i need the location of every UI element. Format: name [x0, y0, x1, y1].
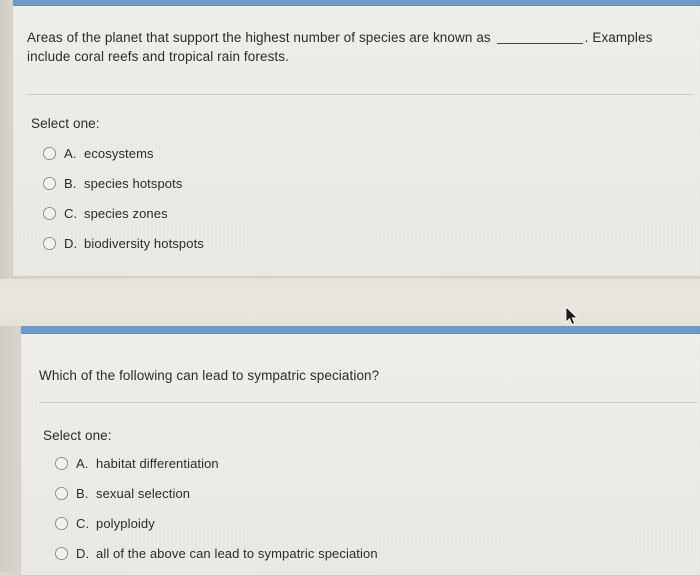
question-2-text: Which of the following can lead to sympa… — [39, 368, 380, 383]
fill-in-blank — [496, 43, 583, 44]
question-card-2: Which of the following can lead to sympa… — [20, 326, 700, 576]
question-1-divider — [27, 94, 693, 95]
option-text: species hotspots — [84, 175, 183, 191]
question-2-divider — [39, 402, 697, 403]
question-card-1: Areas of the planet that support the hig… — [12, 0, 700, 277]
question-1-options: A. ecosystems B. species hotspots C. spe… — [43, 138, 204, 258]
option-letter: C. — [76, 515, 90, 531]
option-text: habitat differentiation — [96, 455, 219, 471]
question-1-option-c[interactable]: C. species zones — [43, 198, 204, 228]
question-1-text: Areas of the planet that support the hig… — [27, 28, 687, 66]
option-letter: D. — [64, 235, 78, 251]
question-2-option-b[interactable]: B. sexual selection — [55, 478, 378, 508]
option-text: sexual selection — [96, 485, 191, 501]
radio-button-icon[interactable] — [55, 516, 68, 530]
page-background: Areas of the planet that support the hig… — [0, 0, 700, 576]
radio-button-icon[interactable] — [55, 486, 68, 500]
question-2-option-c[interactable]: C. polyploidy — [55, 508, 378, 538]
question-1-option-a[interactable]: A. ecosystems — [43, 138, 204, 168]
card-gap-band — [0, 279, 700, 326]
radio-button-icon[interactable] — [55, 546, 68, 560]
question-card-2-body: Which of the following can lead to sympa… — [21, 334, 700, 575]
option-letter: B. — [76, 485, 89, 501]
question-card-1-body: Areas of the planet that support the hig… — [13, 6, 700, 276]
question-1-select-one-label: Select one: — [31, 116, 100, 131]
card-accent-bar — [21, 326, 700, 334]
question-2-option-a[interactable]: A. habitat differentiation — [55, 448, 378, 478]
option-letter: B. — [64, 175, 77, 191]
option-text: polyploidy — [96, 515, 155, 531]
option-text: biodiversity hotspots — [84, 235, 204, 251]
page-left-margin-lower — [0, 326, 20, 572]
radio-button-icon[interactable] — [43, 206, 56, 220]
option-text: ecosystems — [84, 145, 154, 161]
radio-button-icon[interactable] — [43, 146, 56, 160]
question-1-text-before-blank: Areas of the planet that support the hig… — [27, 30, 495, 45]
radio-button-icon[interactable] — [55, 456, 68, 470]
question-1-option-d[interactable]: D. biodiversity hotspots — [43, 228, 204, 258]
option-letter: A. — [76, 455, 89, 471]
option-letter: C. — [64, 205, 78, 221]
radio-button-icon[interactable] — [43, 176, 56, 190]
radio-button-icon[interactable] — [43, 236, 56, 250]
option-text: species zones — [84, 205, 168, 221]
question-1-option-b[interactable]: B. species hotspots — [43, 168, 204, 198]
question-2-select-one-label: Select one: — [43, 428, 112, 443]
question-2-option-d[interactable]: D. all of the above can lead to sympatri… — [55, 538, 378, 568]
option-letter: A. — [64, 145, 77, 161]
question-2-options: A. habitat differentiation B. sexual sel… — [55, 448, 378, 568]
option-letter: D. — [76, 545, 90, 561]
option-text: all of the above can lead to sympatric s… — [96, 545, 378, 561]
